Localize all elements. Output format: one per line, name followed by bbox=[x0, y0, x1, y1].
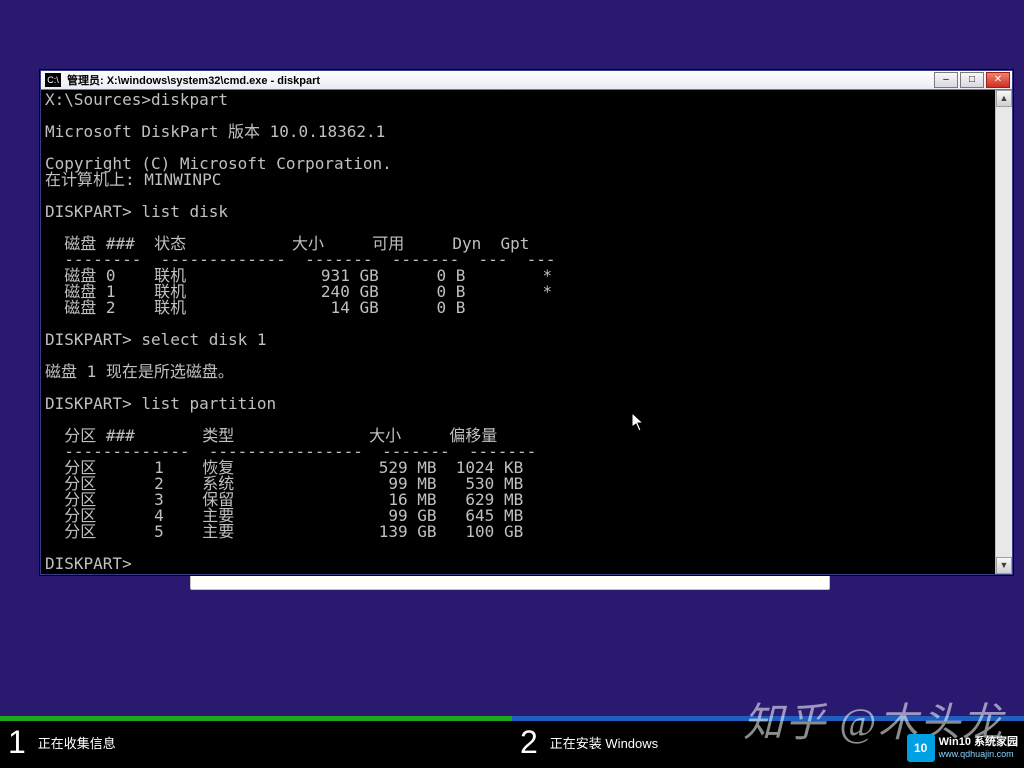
titlebar[interactable]: C:\ 管理员: X:\windows\system32\cmd.exe - d… bbox=[41, 71, 1012, 90]
close-button[interactable]: ✕ bbox=[986, 72, 1010, 88]
scroll-up-button[interactable]: ▲ bbox=[996, 90, 1012, 107]
terminal-output[interactable]: X:\Sources>diskpart Microsoft DiskPart 版… bbox=[41, 90, 995, 574]
scroll-down-button[interactable]: ▼ bbox=[996, 557, 1012, 574]
minimize-button[interactable]: – bbox=[934, 72, 958, 88]
window-buttons: – □ ✕ bbox=[934, 72, 1010, 88]
maximize-button[interactable]: □ bbox=[960, 72, 984, 88]
window-title: 管理员: X:\windows\system32\cmd.exe - diskp… bbox=[67, 72, 934, 88]
step-2-number: 2 bbox=[520, 724, 538, 761]
step-1-label: 正在收集信息 bbox=[38, 733, 116, 752]
step-1-number: 1 bbox=[8, 724, 26, 761]
logo-site-url: www.qdhuajin.com bbox=[939, 748, 1018, 760]
watermark-site-logo: 10 Win10 系统家园 www.qdhuajin.com bbox=[907, 734, 1018, 762]
cmd-icon: C:\ bbox=[45, 73, 61, 87]
logo-badge-icon: 10 bbox=[907, 734, 935, 762]
step-1-accent bbox=[0, 716, 512, 721]
step-2-label: 正在安装 Windows bbox=[550, 733, 658, 752]
logo-site-name: Win10 系统家园 bbox=[939, 736, 1018, 748]
step-1-collecting-info[interactable]: 1 正在收集信息 bbox=[0, 716, 512, 768]
vertical-scrollbar[interactable]: ▲ ▼ bbox=[995, 90, 1012, 574]
terminal-body: X:\Sources>diskpart Microsoft DiskPart 版… bbox=[41, 90, 1012, 574]
scroll-track[interactable] bbox=[996, 107, 1012, 557]
cmd-window: C:\ 管理员: X:\windows\system32\cmd.exe - d… bbox=[40, 70, 1013, 575]
